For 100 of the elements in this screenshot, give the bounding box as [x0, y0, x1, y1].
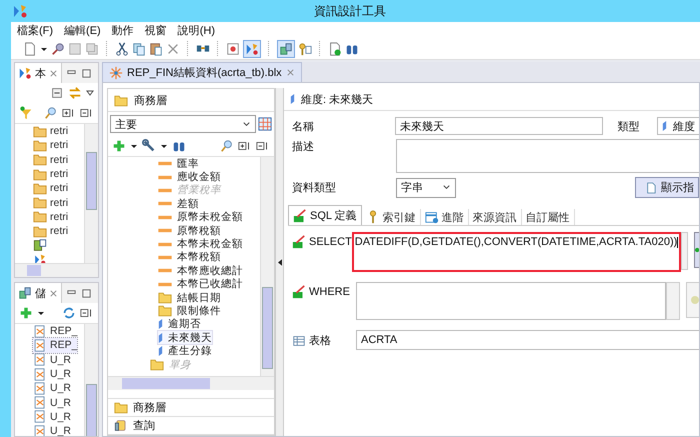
- tree-item[interactable]: 匯率: [158, 157, 199, 170]
- dropdown-caret-icon[interactable]: [160, 142, 168, 150]
- select-field[interactable]: DATEDIFF(D,GETDATE(),CONVERT(DATETIME,ACRTA.TA020)): [352, 232, 682, 272]
- expand-all-icon[interactable]: [238, 139, 252, 153]
- tree-item[interactable]: 原幣未稅金額: [158, 210, 243, 224]
- list-item[interactable]: REP_: [33, 338, 78, 353]
- tree-item[interactable]: 產生分錄: [158, 344, 212, 358]
- key-icon[interactable]: [298, 42, 312, 56]
- menu-item[interactable]: 說明(H): [178, 22, 215, 38]
- filter-icon[interactable]: [19, 106, 33, 120]
- tree-item[interactable]: 應收金額: [158, 170, 221, 184]
- tree-item[interactable]: retri: [33, 152, 68, 167]
- vertical-scrollbar[interactable]: [666, 282, 680, 320]
- menu-item[interactable]: 檔案(F): [17, 22, 54, 38]
- vertical-scrollbar[interactable]: [84, 124, 98, 263]
- database-icon: [18, 286, 32, 300]
- close-icon[interactable]: [49, 288, 58, 298]
- tree-item[interactable]: 原幣稅額: [158, 224, 221, 238]
- horizontal-scrollbar[interactable]: [15, 263, 98, 277]
- show-command-button[interactable]: 顯示指: [635, 177, 699, 198]
- field-label: WHERE: [292, 282, 356, 299]
- view-tab[interactable]: 儲: [15, 283, 62, 303]
- maximize-icon[interactable]: [81, 288, 92, 298]
- list-item[interactable]: U_R: [33, 352, 72, 367]
- tree-item[interactable]: 未來幾天: [158, 331, 212, 344]
- tab[interactable]: 自訂屬性: [522, 209, 575, 225]
- editor-tab[interactable]: REP_FIN結帳資料(acrta_tb).blx: [102, 62, 302, 82]
- search-icon[interactable]: [220, 139, 234, 153]
- tree-item[interactable]: retri: [33, 166, 68, 182]
- tree-item[interactable]: 本幣應收總計: [158, 264, 243, 278]
- toolbar-button[interactable]: [277, 40, 295, 58]
- menu-item[interactable]: 動作: [112, 22, 134, 38]
- validate-button[interactable]: [694, 232, 699, 268]
- tree-item[interactable]: retri: [33, 181, 68, 196]
- tab[interactable]: 進階: [420, 209, 469, 225]
- wrench-icon[interactable]: [142, 139, 156, 153]
- view-tab[interactable]: 本: [15, 63, 62, 83]
- tree-item[interactable]: 限制條件: [158, 304, 221, 318]
- list-item[interactable]: REP_: [33, 324, 78, 338]
- data-type-dropdown[interactable]: 字串: [396, 178, 456, 198]
- menu-item[interactable]: 視窗: [144, 22, 167, 38]
- where-field[interactable]: [356, 282, 666, 320]
- tree-item[interactable]: retri: [33, 210, 68, 224]
- tab[interactable]: 來源資訊: [468, 209, 522, 225]
- vertical-scrollbar[interactable]: [681, 232, 688, 270]
- tree-item[interactable]: 本幣稅額: [158, 250, 221, 264]
- magnifier-icon[interactable]: [51, 42, 65, 56]
- type-field[interactable]: 維度: [657, 117, 699, 135]
- tree-item[interactable]: retri: [33, 195, 68, 210]
- list-item[interactable]: U_R: [33, 410, 72, 424]
- refresh-icon[interactable]: [62, 306, 76, 320]
- collapse-all-icon[interactable]: [80, 306, 94, 320]
- view-menu-icon[interactable]: [86, 89, 94, 97]
- tab[interactable]: 索引鍵: [362, 209, 421, 225]
- collapse-arrow-icon[interactable]: [278, 258, 282, 266]
- delete-icon[interactable]: [166, 42, 180, 56]
- vertical-scrollbar[interactable]: [84, 324, 98, 436]
- description-field[interactable]: [396, 139, 699, 173]
- tree-item[interactable]: 本幣未稅金額: [158, 237, 243, 251]
- maximize-icon[interactable]: [81, 68, 92, 78]
- vertical-scrollbar[interactable]: [260, 157, 274, 376]
- section-header[interactable]: 商務層: [108, 399, 274, 417]
- dropdown-caret-icon[interactable]: [37, 309, 45, 317]
- tree-item[interactable]: 本幣已收總計: [158, 278, 243, 291]
- expand-all-icon[interactable]: [62, 106, 76, 120]
- section-header[interactable]: 查詢: [108, 417, 274, 435]
- save-all-icon[interactable]: [85, 42, 99, 56]
- close-icon[interactable]: [49, 68, 58, 78]
- new-document-icon[interactable]: [23, 42, 37, 56]
- list-item[interactable]: U_R: [33, 366, 72, 382]
- dropdown-caret-icon[interactable]: [130, 142, 138, 150]
- grid-icon[interactable]: [258, 117, 272, 131]
- menu-item[interactable]: 編輯(E): [64, 22, 101, 38]
- check-document-icon[interactable]: [328, 42, 342, 56]
- name-field[interactable]: 未來幾天: [395, 117, 604, 135]
- measure-icon: [158, 254, 172, 260]
- tree-item[interactable]: 逾期否: [158, 318, 201, 332]
- tab[interactable]: SQL 定義: [288, 205, 362, 225]
- copy-icon[interactable]: [132, 42, 146, 56]
- tree-item[interactable]: 結帳日期: [158, 290, 221, 304]
- view-dropdown[interactable]: 主要: [110, 115, 256, 133]
- paste-icon[interactable]: [149, 42, 163, 56]
- tree-item[interactable]: 差額: [158, 197, 199, 211]
- report-icon[interactable]: [226, 42, 240, 56]
- horizontal-scrollbar[interactable]: [108, 376, 274, 390]
- close-icon[interactable]: [286, 68, 295, 77]
- table-field[interactable]: ACRTA: [356, 330, 699, 350]
- list-item[interactable]: U_R: [33, 381, 72, 396]
- tree-item[interactable]: retri: [33, 224, 68, 238]
- list-item[interactable]: U_R: [33, 424, 72, 436]
- toolbar-button[interactable]: [243, 40, 261, 58]
- search-icon[interactable]: [44, 106, 58, 120]
- collapse-icon[interactable]: [50, 86, 64, 100]
- tree-item[interactable]: retri: [33, 138, 68, 153]
- collapse-all-icon[interactable]: [256, 139, 270, 153]
- cut-icon[interactable]: [115, 42, 129, 56]
- app-logo-icon: [18, 66, 32, 80]
- list-item[interactable]: U_R: [33, 395, 72, 410]
- collapse-all-icon[interactable]: [80, 106, 94, 120]
- tree-item[interactable]: retri: [33, 124, 68, 138]
